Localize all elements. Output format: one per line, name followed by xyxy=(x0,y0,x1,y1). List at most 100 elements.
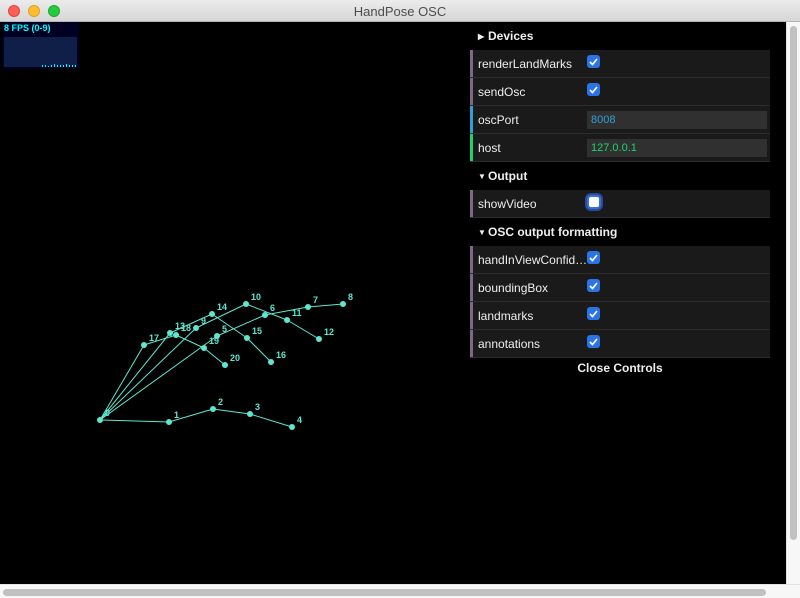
landmark-17 xyxy=(141,342,147,348)
annotations-checkbox[interactable] xyxy=(587,335,600,348)
hand-edges xyxy=(99,303,344,428)
checkmark-icon xyxy=(589,57,598,66)
landmark-1 xyxy=(166,419,172,425)
landmark-7 xyxy=(305,304,311,310)
landmark-label-4: 4 xyxy=(297,415,302,425)
fps-graph-bar xyxy=(63,65,64,67)
hand-bone-19-20 xyxy=(203,347,226,366)
checkmark-icon xyxy=(589,337,598,346)
checkmark-icon xyxy=(589,281,598,290)
row-accent xyxy=(470,246,473,273)
send-osc-label: sendOsc xyxy=(478,84,526,99)
fps-graph-bar xyxy=(42,65,43,67)
row-landmarks: landmarks xyxy=(470,302,770,330)
host-input[interactable]: 127.0.0.1 xyxy=(587,139,767,157)
hand-in-view-label: handInViewConfid… xyxy=(478,252,588,267)
landmark-20 xyxy=(222,362,228,368)
landmark-label-6: 6 xyxy=(270,303,275,313)
landmark-label-15: 15 xyxy=(252,326,262,336)
folder-output[interactable]: ▼ Output xyxy=(470,162,770,190)
hand-bone-2-3 xyxy=(212,408,251,415)
landmark-label-3: 3 xyxy=(255,402,260,412)
row-annotations: annotations xyxy=(470,330,770,358)
hand-bone-0-5 xyxy=(99,335,218,421)
landmark-label-7: 7 xyxy=(313,295,318,305)
landmark-label-0: 0 xyxy=(105,408,110,418)
fps-graph-bar xyxy=(54,64,55,67)
fps-graph-bar xyxy=(45,65,46,67)
landmark-9 xyxy=(193,325,199,331)
row-accent xyxy=(470,302,473,329)
row-accent xyxy=(470,50,473,77)
fps-meter[interactable]: 8 FPS (0-9) xyxy=(2,22,79,69)
landmark-0 xyxy=(97,417,103,423)
osc-port-input[interactable]: 8008 xyxy=(587,111,767,129)
fps-graph-bar xyxy=(57,65,58,67)
row-accent xyxy=(470,106,473,133)
landmark-18 xyxy=(173,332,179,338)
landmark-label-1: 1 xyxy=(174,410,179,420)
folder-devices[interactable]: ▶ Devices xyxy=(470,22,770,50)
hand-in-view-checkbox[interactable] xyxy=(587,251,600,264)
osc-port-label: oscPort xyxy=(478,112,519,127)
landmark-19 xyxy=(201,345,207,351)
folder-osc-formatting[interactable]: ▼ OSC output formatting xyxy=(470,218,770,246)
hand-bone-11-12 xyxy=(286,319,320,340)
folder-devices-label: Devices xyxy=(488,29,534,43)
vertical-scrollbar[interactable] xyxy=(786,22,800,584)
landmark-16 xyxy=(268,359,274,365)
caret-down-icon: ▼ xyxy=(478,171,486,181)
hand-bone-15-16 xyxy=(246,337,272,363)
landmark-14 xyxy=(209,311,215,317)
landmark-label-17: 17 xyxy=(149,333,159,343)
landmark-4 xyxy=(289,424,295,430)
row-hand-in-view-confidence: handInViewConfid… xyxy=(470,246,770,274)
show-video-label: showVideo xyxy=(478,196,537,211)
row-send-osc: sendOsc xyxy=(470,78,770,106)
fps-graph-bar xyxy=(69,65,70,67)
fps-graph-bar xyxy=(51,65,52,67)
controls-panel: ▶ Devices renderLandMarks sendOsc oscPor… xyxy=(470,22,770,378)
bounding-box-checkbox[interactable] xyxy=(587,279,600,292)
landmark-label-20: 20 xyxy=(230,353,240,363)
row-show-video: showVideo xyxy=(470,190,770,218)
hand-bone-3-4 xyxy=(249,413,293,428)
landmark-3 xyxy=(247,411,253,417)
hand-bone-18-19 xyxy=(175,334,205,349)
row-accent xyxy=(470,134,473,161)
row-accent xyxy=(470,330,473,357)
render-landmarks-label: renderLandMarks xyxy=(478,56,573,71)
hand-bone-0-13 xyxy=(99,332,171,421)
landmark-2 xyxy=(210,406,216,412)
fps-graph-bar xyxy=(72,65,73,67)
landmark-15 xyxy=(244,335,250,341)
hand-bone-0-9 xyxy=(99,327,197,421)
landmark-11 xyxy=(284,317,290,323)
row-render-landmarks: renderLandMarks xyxy=(470,50,770,78)
send-osc-checkbox[interactable] xyxy=(587,83,600,96)
host-label: host xyxy=(478,140,501,155)
horizontal-scrollbar-thumb[interactable] xyxy=(3,589,766,596)
close-controls-button[interactable]: Close Controls xyxy=(470,358,770,378)
fps-graph-bar xyxy=(60,65,61,67)
fps-graph xyxy=(4,37,77,67)
landmark-label-11: 11 xyxy=(292,308,302,318)
landmark-label-18: 18 xyxy=(181,323,191,333)
folder-osc-formatting-label: OSC output formatting xyxy=(488,225,618,239)
render-landmarks-checkbox[interactable] xyxy=(587,55,600,68)
caret-down-icon: ▼ xyxy=(478,227,486,237)
landmarks-checkbox[interactable] xyxy=(587,307,600,320)
row-bounding-box: boundingBox xyxy=(470,274,770,302)
show-video-checkbox[interactable] xyxy=(587,195,601,209)
landmark-8 xyxy=(340,301,346,307)
annotations-label: annotations xyxy=(478,336,541,351)
vertical-scrollbar-thumb[interactable] xyxy=(790,26,797,540)
fps-graph-bar xyxy=(66,64,67,67)
landmark-label-5: 5 xyxy=(222,324,227,334)
app-window: HandPose OSC 0 1 2 3 4 5 6 7 8 9 10 11 12 13 14 15 16 17 1… xyxy=(0,0,800,598)
row-accent xyxy=(470,78,473,105)
fps-graph-bar xyxy=(48,66,49,67)
landmark-10 xyxy=(243,301,249,307)
row-accent xyxy=(470,274,473,301)
horizontal-scrollbar[interactable] xyxy=(0,584,800,598)
